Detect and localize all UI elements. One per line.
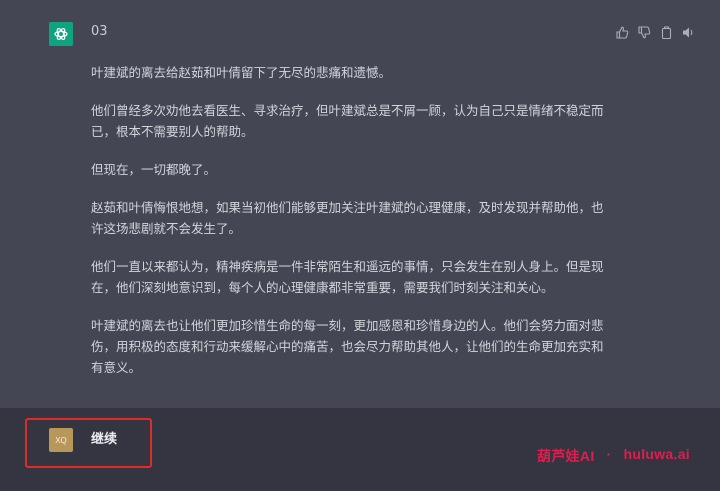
- message-paragraph: 叶建斌的离去给赵茹和叶倩留下了无尽的悲痛和遗憾。: [91, 65, 392, 80]
- message-paragraph: 他们曾经多次劝他去看医生、寻求治疗，但叶建斌总是不屑一顾，认为自己只是情绪不稳定…: [91, 103, 604, 139]
- message-paragraph: 叶建斌的离去也让他们更加珍惜生命的每一刻，更加感恩和珍惜身边的人。他们会努力面对…: [91, 318, 604, 375]
- watermark-site: huluwa.ai: [623, 446, 690, 462]
- message-actions: [615, 25, 695, 39]
- watermark-separator: ·: [606, 446, 612, 462]
- thumbs-down-icon[interactable]: [637, 25, 651, 39]
- message-paragraph: 他们一直以来都认为，精神疾病是一件非常陌生和遥远的事情，只会发生在别人身上。但是…: [91, 259, 604, 295]
- copy-icon[interactable]: [659, 25, 673, 39]
- watermark-brand: 葫芦娃AI: [537, 448, 595, 464]
- chatgpt-logo-icon: [49, 22, 73, 46]
- message-paragraph: 赵茹和叶倩悔恨地想，如果当初他们能够更加关注叶建斌的心理健康，及时发现并帮助他，…: [91, 200, 604, 236]
- message-id: 03: [91, 24, 108, 39]
- speaker-icon[interactable]: [681, 25, 695, 39]
- thumbs-up-icon[interactable]: [615, 25, 629, 39]
- watermark: 葫芦娃AI · huluwa.ai: [537, 446, 690, 466]
- message-paragraph: 但现在，一切都晚了。: [91, 162, 217, 177]
- assistant-message-text: 叶建斌的离去给赵茹和叶倩留下了无尽的悲痛和遗憾。 他们曾经多次劝他去看医生、寻求…: [91, 62, 611, 395]
- highlight-frame: [25, 418, 152, 468]
